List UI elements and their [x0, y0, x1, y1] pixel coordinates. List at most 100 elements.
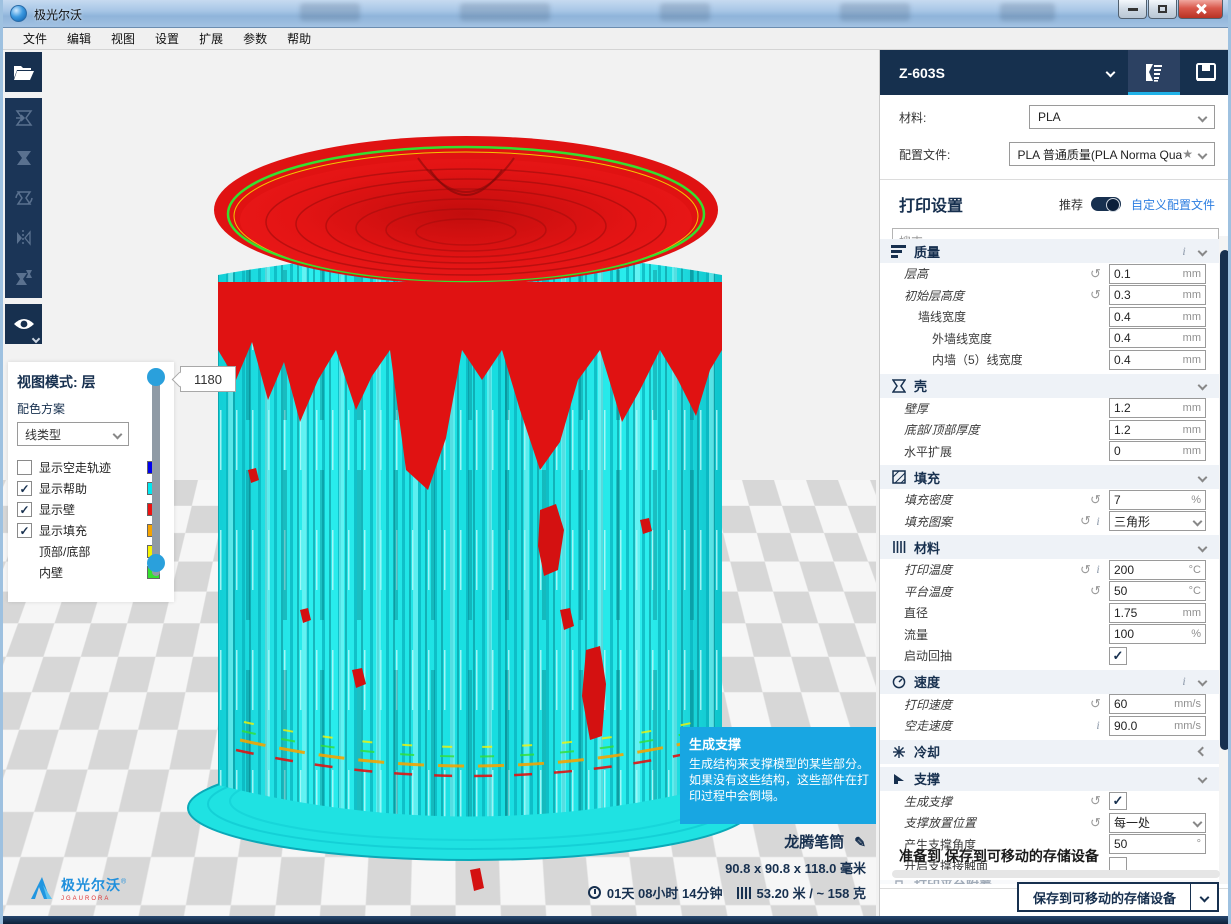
recommended-custom-toggle[interactable]	[1091, 197, 1121, 211]
profile-select[interactable]: PLA 普通质量(PLA Norma Qua ★	[1009, 142, 1216, 166]
setting-checkbox[interactable]: ✓	[1109, 647, 1127, 665]
application-window: 极光尔沃 文件编辑视图设置扩展参数帮助	[0, 0, 1231, 924]
chevron-down-icon	[1193, 516, 1203, 526]
scale-tool-button[interactable]	[5, 138, 42, 178]
setting-label: 填充图案	[880, 513, 1078, 530]
legend-checkbox[interactable]: ✓	[17, 502, 32, 517]
tab-prepare-slice[interactable]	[1128, 50, 1180, 95]
setting-input[interactable]: 0.1mm	[1109, 264, 1206, 284]
select-value: 三角形	[1114, 513, 1194, 530]
menu-item-6[interactable]: 帮助	[277, 27, 321, 50]
menu-item-2[interactable]: 视图	[101, 27, 145, 50]
mirror-tool-button[interactable]	[5, 218, 42, 258]
setting-label: 底部/顶部厚度	[880, 421, 1103, 438]
setting-input[interactable]: 1.75mm	[1109, 603, 1206, 623]
reset-icon[interactable]: ↺	[1088, 492, 1103, 508]
viewport-3d[interactable]: 视图模式: 层 配色方案 线类型 显示空走轨迹✓显示帮助✓显示壁✓显示填充顶部/…	[0, 50, 876, 916]
settings-section-6[interactable]: 支撑	[880, 767, 1220, 791]
reset-icon[interactable]: ↺	[1078, 562, 1093, 578]
setting-input[interactable]: 0.4mm	[1109, 307, 1206, 327]
window-bottom-border	[0, 916, 1231, 924]
setting-input[interactable]: 90.0mm/s	[1109, 716, 1206, 736]
title-bar[interactable]: 极光尔沃	[0, 0, 1231, 28]
reset-icon[interactable]: ↺	[1088, 696, 1103, 712]
setting-select[interactable]: 每一处	[1109, 813, 1206, 833]
reset-icon[interactable]: ↺	[1088, 583, 1103, 599]
edit-name-icon[interactable]: ✎	[854, 834, 866, 850]
setting-input[interactable]: 0.4mm	[1109, 328, 1206, 348]
per-model-settings-button[interactable]	[5, 258, 42, 298]
custom-profile-link[interactable]: 自定义配置文件	[1131, 196, 1215, 213]
setting-select[interactable]: 三角形	[1109, 511, 1206, 531]
setting-input[interactable]: 50°C	[1109, 581, 1206, 601]
settings-section-1[interactable]: 壳	[880, 374, 1220, 398]
material-select[interactable]: PLA	[1029, 105, 1215, 129]
save-to-removable-button[interactable]: 保存到可移动的存储设备	[1017, 882, 1219, 912]
settings-section-4[interactable]: 速度i	[880, 670, 1220, 694]
model-name: 龙腾笔筒	[784, 834, 844, 851]
maximize-button[interactable]	[1148, 0, 1177, 19]
chevron-down-icon[interactable]	[1198, 472, 1208, 482]
print-settings-title: 打印设置	[899, 192, 1059, 216]
close-button[interactable]	[1178, 0, 1223, 19]
rotate-tool-button[interactable]	[5, 178, 42, 218]
setting-input[interactable]: 7%	[1109, 490, 1206, 510]
setting-input[interactable]: 100%	[1109, 624, 1206, 644]
settings-section-5[interactable]: 冷却	[880, 740, 1220, 764]
legend-checkbox[interactable]: ✓	[17, 481, 32, 496]
setting-input[interactable]: 60mm/s	[1109, 694, 1206, 714]
setting-checkbox[interactable]: ✓	[1109, 792, 1127, 810]
settings-scrollbar[interactable]	[1219, 236, 1231, 884]
layer-range-slider[interactable]	[149, 368, 163, 588]
setting-input[interactable]: 1.2mm	[1109, 420, 1206, 440]
setting-input[interactable]: 1.2mm	[1109, 398, 1206, 418]
settings-section-3[interactable]: 材料	[880, 535, 1220, 559]
open-file-button[interactable]	[5, 52, 42, 92]
menu-item-3[interactable]: 设置	[145, 27, 189, 50]
setting-input[interactable]: 0mm	[1109, 441, 1206, 461]
menu-item-4[interactable]: 扩展	[189, 27, 233, 50]
settings-section-0[interactable]: 质量i	[880, 239, 1220, 263]
reset-icon[interactable]: ↺	[1088, 266, 1103, 282]
minimize-button[interactable]	[1118, 0, 1147, 19]
printer-select[interactable]: Z-603S	[880, 50, 1128, 95]
reset-icon[interactable]: ↺	[1088, 815, 1103, 831]
setting-input[interactable]: 50°	[1109, 834, 1206, 854]
settings-list: 质量i层高↺0.1mm初始层高度↺0.3mm墙线宽度0.4mm外墙线宽度0.4m…	[880, 236, 1220, 884]
slider-top-handle[interactable]	[147, 368, 165, 386]
legend-label: 显示空走轨迹	[39, 459, 147, 476]
settings-section-2[interactable]: 填充	[880, 465, 1220, 489]
move-tool-button[interactable]	[5, 98, 42, 138]
setting-input[interactable]: 200°C	[1109, 560, 1206, 580]
chevron-left-icon[interactable]	[1198, 747, 1208, 757]
reset-icon[interactable]: ↺	[1088, 287, 1103, 303]
legend-checkbox[interactable]: ✓	[17, 523, 32, 538]
setting-row-2-1: 填充图案↺i三角形	[880, 511, 1220, 533]
section-name: 支撑	[914, 769, 1199, 788]
tab-printer-monitor[interactable]	[1180, 50, 1231, 95]
input-value: 100	[1114, 627, 1191, 641]
save-options-dropdown[interactable]	[1191, 884, 1217, 910]
legend-checkbox[interactable]	[17, 460, 32, 475]
slider-track[interactable]	[152, 376, 160, 576]
slider-bottom-handle[interactable]	[147, 554, 165, 572]
reset-icon[interactable]: ↺	[1078, 513, 1093, 529]
input-value: 200	[1114, 563, 1189, 577]
menu-item-1[interactable]: 编辑	[57, 27, 101, 50]
menu-item-5[interactable]: 参数	[233, 27, 277, 50]
scrollbar-thumb[interactable]	[1220, 250, 1230, 750]
reset-icon[interactable]: ↺	[1088, 793, 1103, 809]
menu-item-0[interactable]: 文件	[13, 27, 57, 50]
chevron-down-icon[interactable]	[1198, 381, 1208, 391]
chevron-down-icon[interactable]	[1198, 542, 1208, 552]
desktop-blur-artifact	[660, 3, 710, 21]
color-scheme-select[interactable]: 线类型	[17, 422, 129, 446]
chevron-down-icon[interactable]	[1198, 677, 1208, 687]
setting-input[interactable]: 0.4mm	[1109, 350, 1206, 370]
setting-input[interactable]: 0.3mm	[1109, 285, 1206, 305]
chevron-down-icon[interactable]	[1198, 246, 1208, 256]
view-mode-button[interactable]	[5, 304, 42, 344]
chevron-down-icon[interactable]	[1198, 774, 1208, 784]
setting-row-3-4: 启动回抽✓	[880, 645, 1220, 667]
chevron-down-icon	[1199, 892, 1209, 902]
